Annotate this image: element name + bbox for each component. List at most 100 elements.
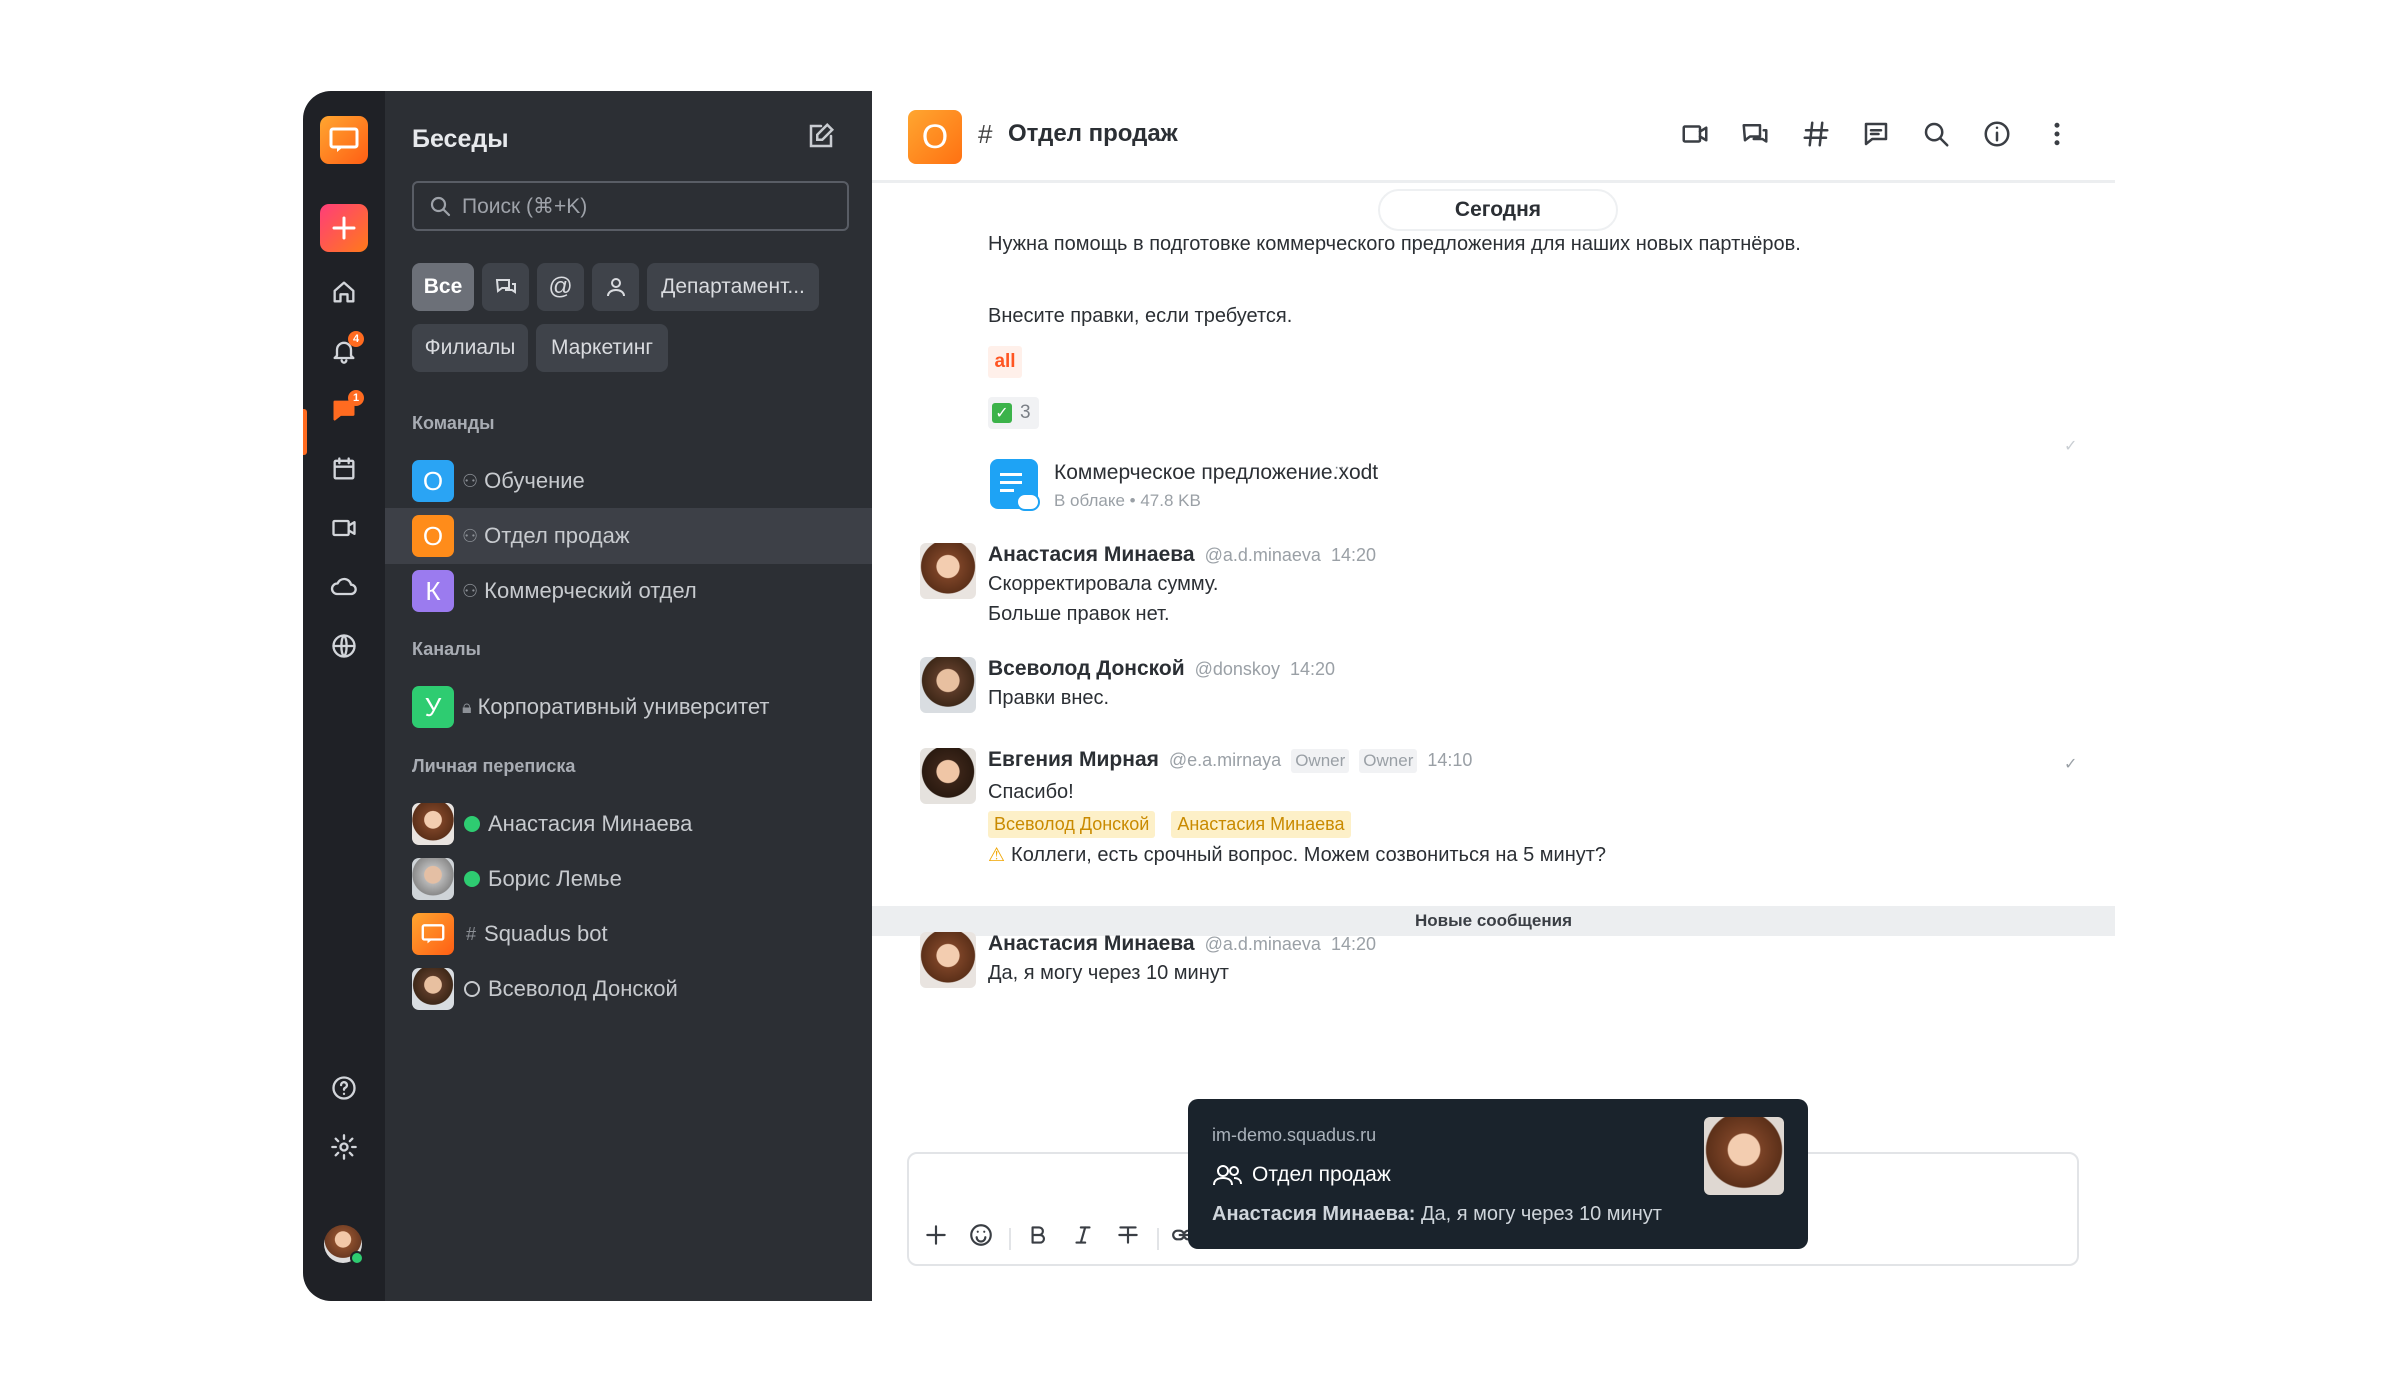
message-author[interactable]: Всеволод Донской <box>988 657 1185 681</box>
message-time: 14:20 <box>1330 545 1376 565</box>
team-icon <box>1213 1165 1242 1186</box>
rail-web[interactable] <box>324 626 364 666</box>
message-handle: @donskoy <box>1194 659 1280 679</box>
channel-avatar: О <box>908 110 962 164</box>
rail-cloud[interactable] <box>324 567 364 607</box>
filter-direct[interactable] <box>592 263 639 311</box>
team-avatar: О <box>412 460 454 502</box>
team-avatar: О <box>412 515 454 557</box>
emoji-button[interactable] <box>968 1222 1000 1254</box>
message-author[interactable]: Анастасия Минаева <box>988 543 1195 567</box>
message-header: Анастасия Минаева @a.d.minaeva 14:20 <box>988 543 1376 567</box>
attach-button[interactable] <box>923 1222 955 1254</box>
italic-button[interactable] <box>1070 1222 1102 1254</box>
team-label: Коммерческий отдел <box>484 578 697 603</box>
team-item-selected[interactable]: О ⚇ Отдел продаж <box>385 508 872 564</box>
lock-icon: 🔒︎ <box>462 696 472 717</box>
mention-all[interactable]: all <box>988 346 1022 378</box>
my-avatar[interactable] <box>324 1225 364 1265</box>
direct-item[interactable]: Борис Лемье <box>385 851 872 907</box>
offline-dot <box>464 981 480 997</box>
filter-branches[interactable]: Филиалы <box>412 324 528 372</box>
filter-all[interactable]: Все <box>412 263 474 311</box>
message-avatar[interactable] <box>920 543 976 599</box>
toast-channel: Отдел продаж <box>1212 1163 1391 1187</box>
filter-mentions[interactable]: @ <box>537 263 584 311</box>
filter-threads[interactable] <box>482 263 529 311</box>
rail-chats[interactable]: 1 <box>324 390 364 430</box>
video-call-button[interactable] <box>1680 119 1716 155</box>
message-avatar[interactable] <box>920 657 976 713</box>
filter-marketing[interactable]: Маркетинг <box>536 324 668 372</box>
toast-sender: Анастасия Минаева: <box>1212 1203 1416 1225</box>
message-header: Анастасия Минаева @a.d.minaeva 14:20 <box>988 932 1376 956</box>
rail-help[interactable] <box>324 1068 364 1108</box>
rail-home[interactable] <box>324 272 364 312</box>
strikethrough-icon <box>1118 1226 1138 1244</box>
globe-icon <box>332 634 356 658</box>
online-dot <box>464 816 480 832</box>
channel-item[interactable]: У 🔒︎ Корпоративный университет <box>385 679 872 735</box>
direct-label: Всеволод Донской <box>488 976 678 1001</box>
new-chat-button[interactable] <box>320 204 368 252</box>
filter-department[interactable]: Департамент... <box>647 263 819 311</box>
user-avatar <box>412 858 454 900</box>
rail-video[interactable] <box>324 508 364 548</box>
threads-icon <box>495 279 516 294</box>
message-text: Правки внес. <box>988 687 1110 709</box>
message-text: Больше правок нет. <box>988 603 1170 625</box>
help-icon <box>332 1076 356 1100</box>
direct-item[interactable]: Всеволод Донской <box>385 961 872 1017</box>
user-mention[interactable]: Всеволод Донской <box>988 811 1156 838</box>
rail-calendar[interactable] <box>324 449 364 489</box>
file-more-button[interactable]: ··· <box>1334 459 1350 477</box>
direct-label: Squadus bot <box>484 921 608 946</box>
channel-avatar: У <box>412 686 454 728</box>
search-icon <box>1924 122 1949 147</box>
rail-notifications[interactable]: 4 <box>324 331 364 371</box>
team-item[interactable]: О ⚇ Обучение <box>385 453 872 509</box>
message-avatar[interactable] <box>920 748 976 804</box>
discussions-button[interactable] <box>1861 119 1897 155</box>
info-button[interactable] <box>1982 119 2018 155</box>
direct-item[interactable]: # Squadus bot <box>385 906 872 962</box>
file-name[interactable]: Коммерческое предложение.xodt <box>1054 461 1378 485</box>
message-author[interactable]: Евгения Мирная <box>988 748 1159 772</box>
bold-button[interactable] <box>1025 1222 1057 1254</box>
channel-label: Корпоративный университет <box>477 694 770 719</box>
owner-badge: Owner <box>1291 749 1350 773</box>
app-logo[interactable] <box>320 116 368 164</box>
search-button[interactable] <box>1921 119 1957 155</box>
user-mention[interactable]: Анастасия Минаева <box>1171 811 1351 838</box>
threads-button[interactable] <box>1740 119 1776 155</box>
more-button[interactable] <box>2042 119 2078 155</box>
video-icon <box>332 519 356 537</box>
comment-icon <box>1864 122 1888 146</box>
team-avatar: К <box>412 570 454 612</box>
file-icon <box>988 457 1042 515</box>
message-text: Внесите правки, если требуется. <box>988 305 1293 327</box>
hash-icon: # <box>466 923 477 944</box>
sidebar-title: Беседы <box>412 125 509 153</box>
team-item[interactable]: К ⚇ Коммерческий отдел <box>385 563 872 619</box>
reaction-count: 3 <box>1020 402 1031 423</box>
nav-rail: 4 1 <box>303 91 385 1301</box>
toolbar-divider <box>1157 1228 1159 1250</box>
hash-icon: # <box>978 119 993 149</box>
compose-button[interactable] <box>806 121 840 155</box>
team-icon: ⚇ <box>462 580 479 601</box>
message-author[interactable]: Анастасия Минаева <box>988 932 1195 956</box>
channels-button[interactable] <box>1801 119 1837 155</box>
team-label: Отдел продаж <box>484 523 630 548</box>
rail-settings[interactable] <box>324 1127 364 1167</box>
message-handle: @a.d.minaeva <box>1204 934 1321 954</box>
date-separator: Сегодня <box>1378 189 1618 231</box>
direct-item[interactable]: Анастасия Минаева <box>385 796 872 852</box>
strike-button[interactable] <box>1115 1222 1147 1254</box>
reaction[interactable]: ✓ 3 <box>988 397 1039 429</box>
search-input[interactable]: Поиск (⌘+K) <box>412 181 849 231</box>
message-avatar[interactable] <box>920 932 976 988</box>
message-text: Скорректировала сумму. <box>988 573 1219 595</box>
notification-toast[interactable]: im-demo.squadus.ru Отдел продаж Анастаси… <box>1188 1099 1808 1249</box>
toast-domain: im-demo.squadus.ru <box>1212 1125 1377 1145</box>
